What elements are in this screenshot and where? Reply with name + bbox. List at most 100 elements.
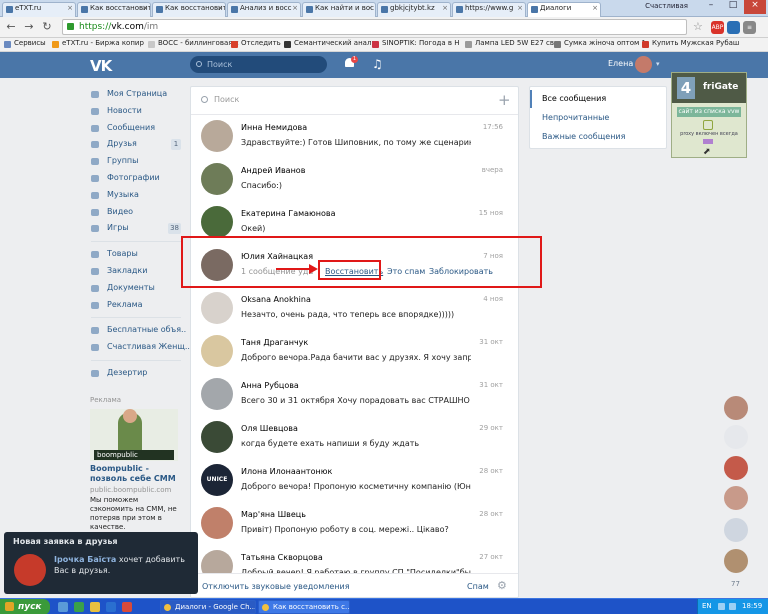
browser-tab[interactable]: Анализ и восс ×: [227, 2, 301, 17]
sidebar-item-goods[interactable]: Товары: [88, 246, 184, 263]
close-tab-icon[interactable]: ×: [217, 4, 223, 12]
bookmark-item[interactable]: Сумка жіноча оптом 1: [554, 39, 646, 48]
dialog-row[interactable]: Oksana Anokhina Незачто, очень рада, что…: [191, 287, 518, 329]
close-tab-icon[interactable]: ×: [142, 4, 148, 12]
browser-tab[interactable]: Как найти и вос ×: [302, 2, 376, 17]
menu-icon[interactable]: ≡: [743, 21, 756, 34]
friend-request-notification[interactable]: Новая заявка в друзья Ірочка Баїста хоче…: [4, 532, 198, 594]
sidebar-item-photos[interactable]: Фотографии: [88, 170, 184, 187]
bookmark-item[interactable]: Отследить: [231, 39, 281, 48]
forward-icon[interactable]: →: [22, 20, 36, 34]
filter-all-messages[interactable]: Все сообщения: [530, 90, 666, 108]
back-icon[interactable]: ←: [4, 20, 18, 34]
browser-tab-active[interactable]: Диалоги ×: [527, 2, 601, 17]
sidebar-item-games[interactable]: Игры 38: [88, 220, 184, 237]
filter-unread[interactable]: Непрочитанные: [530, 109, 666, 127]
tray-icon[interactable]: [729, 603, 736, 610]
filter-important[interactable]: Важные сообщения: [530, 128, 666, 146]
sidebar-item-community[interactable]: Счастливая Женщ..: [88, 339, 190, 356]
avatar[interactable]: [724, 486, 748, 510]
ad-title-link[interactable]: Boompublic - позволь себе СММ: [90, 464, 180, 484]
spam-folder-link[interactable]: Спам: [467, 582, 489, 591]
close-tab-icon[interactable]: ×: [367, 4, 373, 12]
minimize-icon[interactable]: –: [700, 0, 722, 14]
browser-tab[interactable]: gbkjcjtybt.kz ×: [377, 2, 451, 17]
reload-icon[interactable]: ↻: [40, 20, 54, 34]
sidebar-item-documents[interactable]: Документы: [88, 280, 184, 297]
mute-sounds-link[interactable]: Отключить звуковые уведомления: [202, 582, 350, 591]
sidebar-item-my-page[interactable]: Моя Страница: [88, 86, 184, 103]
url-input[interactable]: https://vk.com/im: [62, 19, 687, 35]
vk-search-input[interactable]: Поиск: [190, 56, 327, 73]
user-name[interactable]: Елена: [608, 59, 633, 68]
sidebar-item-video[interactable]: Видео: [88, 204, 184, 221]
quicklaunch-icon[interactable]: [106, 602, 116, 612]
close-window-icon[interactable]: ×: [744, 0, 766, 14]
sidebar-item-friends[interactable]: Друзья 1: [88, 136, 184, 153]
sidebar-item-ads[interactable]: Реклама: [88, 297, 184, 314]
close-tab-icon[interactable]: ×: [67, 4, 73, 12]
browser-tab[interactable]: eTXT.ru ×: [2, 2, 76, 17]
avatar[interactable]: [724, 425, 748, 449]
notifications-button[interactable]: 1: [344, 56, 358, 70]
maximize-icon[interactable]: □: [722, 0, 744, 14]
dialog-row[interactable]: UNICE Илона Илонаантонюк Доброго вечора!…: [191, 459, 518, 501]
taskbar-item[interactable]: Как восстановить с...: [258, 600, 350, 614]
music-note-icon[interactable]: ♫: [372, 57, 383, 71]
notification-user[interactable]: Ірочка Баїста: [54, 555, 116, 564]
browser-tab[interactable]: Как восстановит ×: [152, 2, 226, 17]
ad-image[interactable]: boompublic: [90, 409, 178, 461]
sidebar-item-app[interactable]: Дезертир: [88, 365, 184, 382]
close-tab-icon[interactable]: ×: [592, 4, 598, 12]
bookmark-item[interactable]: eTXT.ru - Биржа копир: [52, 39, 144, 48]
close-tab-icon[interactable]: ×: [517, 4, 523, 12]
quicklaunch-icon[interactable]: [74, 602, 84, 612]
quicklaunch-icon[interactable]: [90, 602, 100, 612]
dialogs-search-input[interactable]: Поиск +: [191, 87, 518, 115]
bookmark-item[interactable]: Купить Мужская Рубаш: [642, 39, 739, 48]
dialog-row[interactable]: Андрей Иванов Спасибо:) вчера: [191, 158, 518, 200]
sidebar-item-news[interactable]: Новости: [88, 103, 184, 120]
browser-tab[interactable]: https://www.g ×: [452, 2, 526, 17]
vk-logo[interactable]: VK: [90, 57, 112, 75]
bookmark-star-icon[interactable]: ☆: [693, 20, 703, 33]
avatar[interactable]: [724, 396, 748, 420]
gear-icon[interactable]: ⚙: [497, 579, 507, 592]
frigate-widget[interactable]: 4 friGate сайт из списка vvw proxy включ…: [671, 72, 747, 158]
bookmark-item[interactable]: Лампа LED 5W E27 све: [465, 39, 558, 48]
avatar[interactable]: [635, 56, 652, 73]
sidebar-item-community[interactable]: Бесплатные объя..: [88, 322, 186, 339]
sidebar-item-messages[interactable]: Сообщения: [88, 120, 184, 137]
sidebar-item-bookmarks[interactable]: Закладки: [88, 263, 184, 280]
bookmark-item[interactable]: BOCC - биллинговая с: [148, 39, 239, 48]
sidebar-item-music[interactable]: Музыка: [88, 187, 184, 204]
dialog-row[interactable]: Мар'яна Швець Привіт) Пропоную роботу в …: [191, 502, 518, 544]
avatar[interactable]: [724, 549, 748, 573]
taskbar-item[interactable]: Диалоги - Google Ch...: [160, 600, 256, 614]
dialog-row[interactable]: Оля Шевцова когда будете ехать напиши я …: [191, 416, 518, 458]
tray-icon[interactable]: [718, 603, 725, 610]
avatar[interactable]: [724, 456, 748, 480]
quicklaunch-icon[interactable]: [58, 602, 68, 612]
dialog-row[interactable]: Таня Драганчук Доброго вечора.Рада бачит…: [191, 330, 518, 372]
bookmark-item[interactable]: Семантический анали: [284, 39, 376, 48]
adblock-icon[interactable]: ABP: [711, 21, 724, 34]
start-button[interactable]: пуск: [0, 599, 50, 614]
avatar[interactable]: [724, 518, 748, 542]
dialog-row[interactable]: Инна Немидова Здравствуйте:) Готов Шипов…: [191, 115, 518, 157]
sidebar-item-groups[interactable]: Группы: [88, 153, 184, 170]
new-message-icon[interactable]: +: [498, 91, 511, 109]
sidebar-item-label: Сообщения: [107, 122, 156, 132]
extension-icon[interactable]: [727, 21, 740, 34]
browser-tab[interactable]: Как восстановить ×: [77, 2, 151, 17]
close-tab-icon[interactable]: ×: [442, 4, 448, 12]
chevron-down-icon[interactable]: ▾: [656, 60, 660, 68]
dialog-row[interactable]: Анна Рубцова Всего 30 и 31 октября Хочу …: [191, 373, 518, 415]
quicklaunch-icon[interactable]: [122, 602, 132, 612]
bookmark-item[interactable]: SINOPTIK: Погода в Н: [372, 39, 459, 48]
arrow-up-icon[interactable]: ⬈: [703, 147, 711, 157]
language-indicator[interactable]: EN: [702, 602, 712, 610]
close-tab-icon[interactable]: ×: [292, 4, 298, 12]
bookmark-item[interactable]: Сервисы: [4, 39, 46, 48]
avatar: UNICE: [201, 464, 233, 496]
